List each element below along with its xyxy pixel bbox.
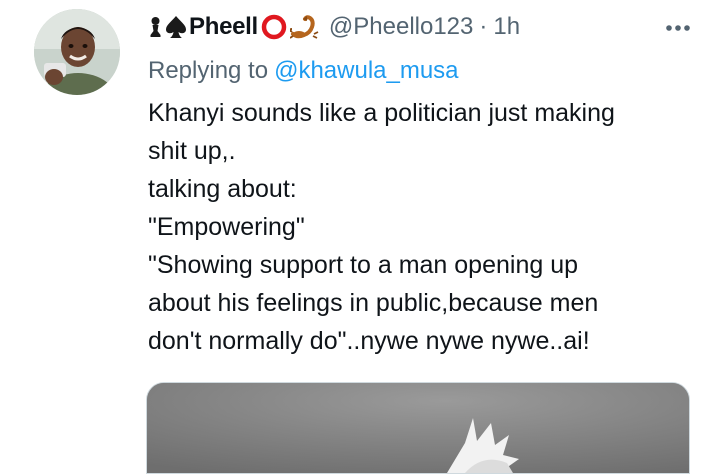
tweet-text-line: Khanyi sounds like a politician just mak…	[148, 99, 615, 127]
more-options-button[interactable]	[660, 14, 696, 42]
avatar[interactable]	[34, 9, 120, 95]
pawn-icon	[148, 16, 163, 38]
tweet-text-line: don't normally do"..nywe nywe nywe..ai!	[148, 327, 590, 355]
photo-media	[147, 383, 689, 473]
author-name-link[interactable]: Pheell	[148, 13, 320, 41]
more-horizontal-icon	[666, 25, 690, 31]
tweet-text-line: "Showing support to a man opening up	[148, 251, 579, 279]
timestamp[interactable]: 1h	[493, 13, 520, 41]
red-circle-icon	[261, 14, 287, 40]
tweet-text: Khanyi sounds like a politician just mak…	[148, 94, 698, 360]
tweet-media-image[interactable]	[146, 382, 690, 474]
tweet-text-line: shit up,.	[148, 137, 236, 165]
replying-to-label: Replying to	[148, 57, 269, 84]
tweet-header: Pheell @Pheello123 · 1h	[148, 13, 520, 41]
reply-mention-link[interactable]: @khawula_musa	[274, 57, 458, 84]
tweet-text-line: about his feelings in public,because men	[148, 289, 599, 317]
author-handle[interactable]: @Pheello123	[329, 13, 473, 41]
author-display-name: Pheell	[189, 13, 258, 40]
tweet-text-line: "Empowering"	[148, 213, 305, 241]
tweet-text-line: talking about:	[148, 175, 297, 203]
scorpion-icon	[289, 14, 320, 40]
separator-dot: ·	[479, 13, 488, 40]
avatar-image	[34, 9, 120, 95]
replying-to: Replying to @khawula_musa	[148, 57, 459, 85]
spade-icon	[165, 15, 187, 39]
